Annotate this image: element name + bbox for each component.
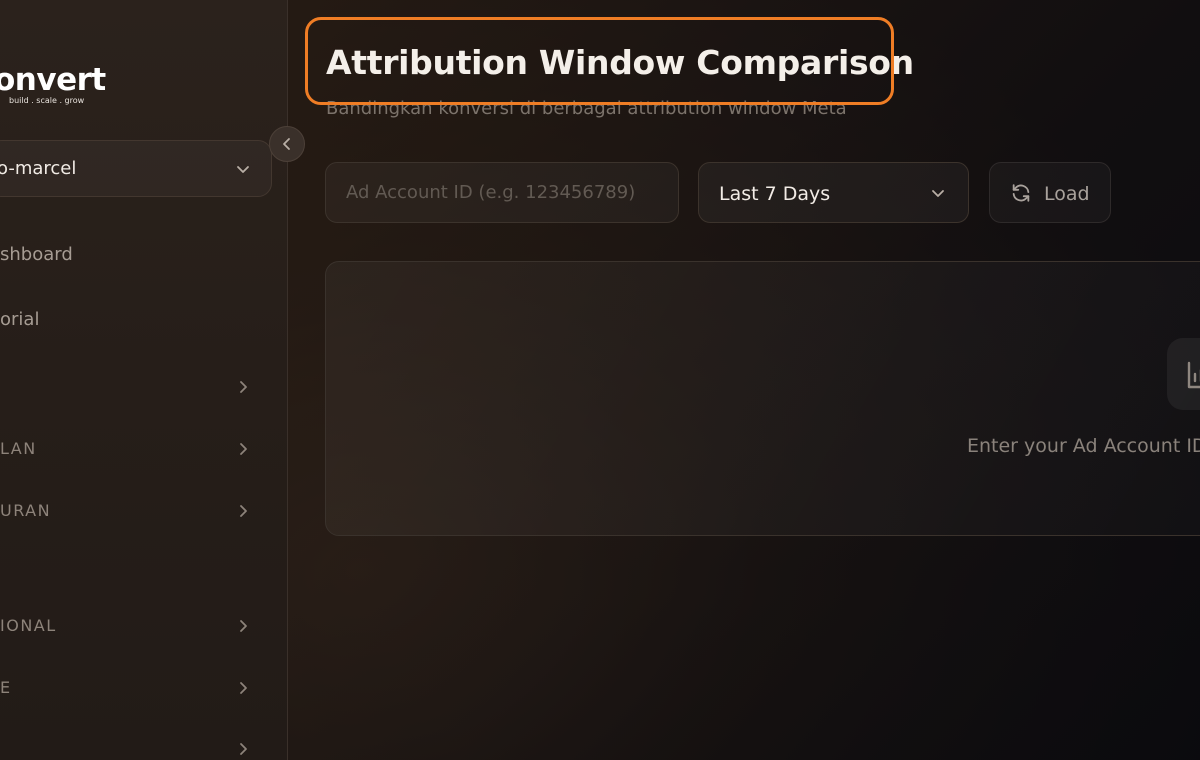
sidebar-item-section-4[interactable]: IONAL — [0, 606, 270, 646]
sidebar-item-label: URAN — [0, 501, 52, 520]
ad-account-input[interactable] — [326, 163, 678, 222]
load-button-label: Load — [1044, 183, 1090, 205]
refresh-icon — [1012, 184, 1030, 202]
chart-icon — [1187, 361, 1200, 389]
chevron-right-icon — [240, 381, 247, 393]
sidebar-item-tutorial[interactable]: orial — [0, 300, 270, 340]
brand-logo[interactable]: onvert build . scale . grow — [0, 62, 110, 110]
chevron-left-icon — [283, 138, 290, 150]
highlight-box — [305, 17, 894, 105]
sidebar-item-label: LAN — [0, 439, 37, 458]
sidebar: onvert build . scale . grow o-marcel shb… — [0, 0, 288, 760]
sidebar-item-label: IONAL — [0, 616, 57, 635]
chevron-right-icon — [240, 743, 247, 755]
load-button[interactable]: Load — [989, 162, 1111, 223]
results-panel: Enter your Ad Account ID — [325, 261, 1200, 536]
chevron-down-icon — [237, 166, 249, 173]
sidebar-item-label: orial — [0, 309, 40, 330]
sidebar-item-section-3[interactable]: URAN — [0, 491, 270, 531]
chevron-right-icon — [240, 682, 247, 694]
chevron-right-icon — [240, 443, 247, 455]
sidebar-item-section-6[interactable] — [0, 729, 270, 760]
ad-account-field[interactable] — [325, 162, 679, 223]
workspace-name: o-marcel — [0, 158, 77, 179]
sidebar-item-section-2[interactable]: LAN — [0, 429, 270, 469]
date-range-value: Last 7 Days — [719, 183, 831, 205]
sidebar-item-dashboard[interactable]: shboard — [0, 235, 270, 275]
chevron-right-icon — [240, 505, 247, 517]
sidebar-item-section-5[interactable]: E — [0, 668, 270, 708]
logo-wordmark: onvert — [0, 62, 106, 98]
chevron-right-icon — [240, 620, 247, 632]
sidebar-item-label: shboard — [0, 244, 73, 265]
sidebar-item-section-1[interactable] — [0, 367, 270, 407]
sidebar-collapse-button[interactable] — [269, 126, 305, 162]
sidebar-item-label: E — [0, 678, 12, 697]
chevron-down-icon — [932, 190, 944, 197]
date-range-select[interactable]: Last 7 Days — [698, 162, 969, 223]
empty-state-message: Enter your Ad Account ID — [967, 435, 1200, 457]
empty-state-icon-container — [1167, 338, 1200, 410]
workspace-selector[interactable]: o-marcel — [0, 140, 272, 197]
logo-tagline: build . scale . grow — [9, 96, 85, 105]
